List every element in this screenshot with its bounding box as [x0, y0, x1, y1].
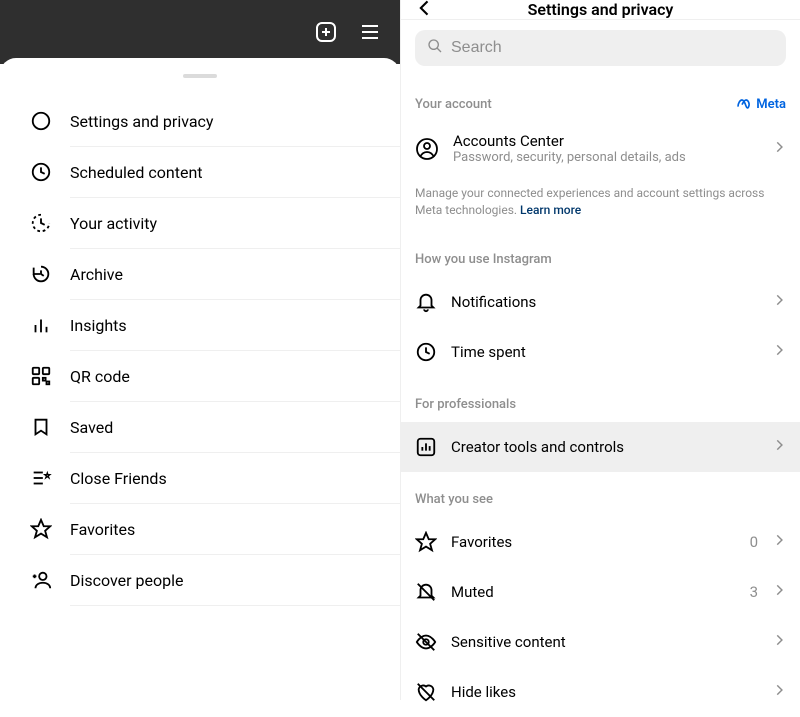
accounts-center-row[interactable]: Accounts Center Password, security, pers…: [401, 122, 800, 177]
bell-icon: [415, 291, 437, 313]
clock-icon: [30, 161, 52, 183]
page-title: Settings and privacy: [415, 0, 786, 19]
row-notifications[interactable]: Notifications: [401, 277, 800, 327]
section-header-your-account: Your account Meta: [401, 76, 800, 122]
menu-item-label: QR code: [70, 367, 130, 386]
section-header-for-professionals: For professionals: [401, 377, 800, 422]
accounts-center-subtitle: Password, security, personal details, ad…: [453, 150, 758, 167]
search-input[interactable]: [451, 39, 774, 57]
menu-item-your-activity[interactable]: Your activity: [0, 198, 400, 248]
eyeslash-icon: [415, 631, 437, 653]
section-title: What you see: [415, 492, 493, 507]
menu-item-qr-code[interactable]: QR code: [0, 351, 400, 401]
bookmark-icon: [30, 416, 52, 438]
left-top-bar: [0, 0, 400, 64]
menu-item-label: Scheduled content: [70, 163, 203, 182]
clock-icon: [415, 341, 437, 363]
row-time-spent[interactable]: Time spent: [401, 327, 800, 377]
section-title: For professionals: [415, 397, 516, 412]
learn-more-link[interactable]: Learn more: [520, 203, 581, 217]
chevron-right-icon: [772, 683, 786, 701]
qrcode-icon: [30, 365, 52, 387]
menu-item-label: Close Friends: [70, 469, 167, 488]
archive-icon: [30, 263, 52, 285]
accounts-info-text: Manage your connected experiences and ac…: [401, 177, 800, 233]
menu-item-archive[interactable]: Archive: [0, 249, 400, 299]
menu-item-label: Saved: [70, 418, 113, 437]
menu-item-favorites[interactable]: Favorites: [0, 504, 400, 554]
row-hide-likes[interactable]: Hide likes: [401, 667, 800, 717]
chevron-right-icon: [772, 293, 786, 311]
bellmute-icon: [415, 581, 437, 603]
row-label: Sensitive content: [451, 633, 758, 651]
row-sensitive-content[interactable]: Sensitive content: [401, 617, 800, 667]
sheet-handle[interactable]: [183, 74, 217, 78]
star-icon: [30, 518, 52, 540]
row-label: Time spent: [451, 343, 758, 361]
menu-item-discover-people[interactable]: Discover people: [0, 555, 400, 605]
left-panel: Settings and privacy Scheduled content Y…: [0, 0, 400, 700]
row-label: Hide likes: [451, 683, 758, 701]
hamburger-menu-icon[interactable]: [358, 20, 382, 44]
section-header-what-you-see: What you see: [401, 472, 800, 517]
menu-item-label: Your activity: [70, 214, 157, 233]
row-value: 3: [750, 583, 758, 601]
left-menu-list: Settings and privacy Scheduled content Y…: [0, 96, 400, 606]
create-post-icon[interactable]: [314, 20, 338, 44]
row-label: Favorites: [451, 533, 736, 551]
menu-item-label: Settings and privacy: [70, 112, 214, 131]
profile-icon: [415, 137, 439, 161]
menu-item-saved[interactable]: Saved: [0, 402, 400, 452]
row-label: Notifications: [451, 293, 758, 311]
insights-icon: [30, 314, 52, 336]
accounts-center-title: Accounts Center: [453, 132, 758, 150]
chevron-right-icon: [772, 140, 786, 158]
menu-item-label: Favorites: [70, 520, 135, 539]
chevron-right-icon: [772, 343, 786, 361]
row-creator-tools[interactable]: Creator tools and controls: [401, 422, 800, 472]
chevron-right-icon: [772, 583, 786, 601]
chevron-right-icon: [772, 438, 786, 456]
chevron-right-icon: [772, 633, 786, 651]
right-panel: Settings and privacy Your account Meta A…: [400, 0, 800, 700]
meta-logo[interactable]: Meta: [736, 96, 786, 112]
section-header-how-you-use: How you use Instagram: [401, 232, 800, 277]
gear-icon: [30, 110, 52, 132]
back-button[interactable]: [415, 0, 435, 22]
row-favorites[interactable]: Favorites 0: [401, 517, 800, 567]
row-label: Creator tools and controls: [451, 438, 758, 456]
menu-item-settings-privacy[interactable]: Settings and privacy: [0, 96, 400, 146]
menu-item-insights[interactable]: Insights: [0, 300, 400, 350]
search-icon: [427, 38, 443, 58]
search-field-container[interactable]: [415, 30, 786, 66]
closefriends-icon: [30, 467, 52, 489]
menu-item-label: Insights: [70, 316, 127, 335]
accounts-center-text: Accounts Center Password, security, pers…: [453, 132, 758, 167]
bottom-sheet: Settings and privacy Scheduled content Y…: [0, 58, 400, 700]
star-icon: [415, 531, 437, 553]
search-wrap: [401, 20, 800, 76]
section-title: Your account: [415, 97, 492, 112]
menu-item-label: Archive: [70, 265, 123, 284]
row-muted[interactable]: Muted 3: [401, 567, 800, 617]
creatortools-icon: [415, 436, 437, 458]
adduser-icon: [30, 569, 52, 591]
row-value: 0: [750, 533, 758, 551]
menu-item-close-friends[interactable]: Close Friends: [0, 453, 400, 503]
heartslash-icon: [415, 681, 437, 703]
settings-header: Settings and privacy: [401, 0, 800, 20]
activity-icon: [30, 212, 52, 234]
section-title: How you use Instagram: [415, 252, 552, 267]
menu-item-label: Discover people: [70, 571, 184, 590]
chevron-right-icon: [772, 533, 786, 551]
menu-item-scheduled-content[interactable]: Scheduled content: [0, 147, 400, 197]
row-label: Muted: [451, 583, 736, 601]
